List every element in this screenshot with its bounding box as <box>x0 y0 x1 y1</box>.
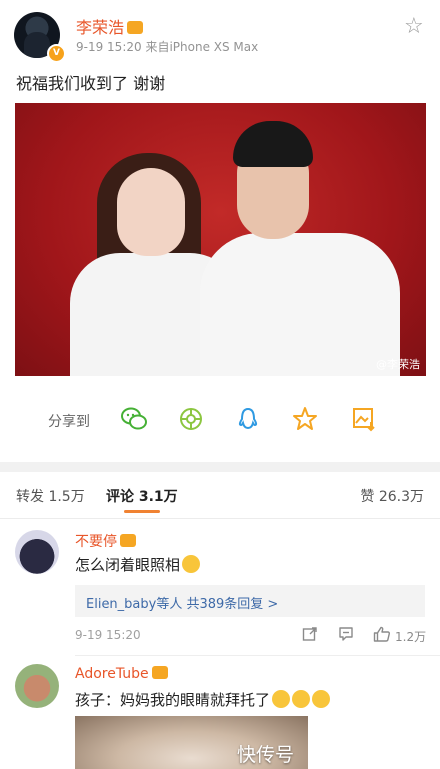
tab-likes[interactable]: 赞 26.3万 <box>360 486 424 506</box>
author-name[interactable]: 李荣浩 <box>76 14 144 38</box>
doge-emoji-icon <box>292 690 311 708</box>
site-watermark: 快传号 <box>237 744 295 766</box>
wechat-icon[interactable] <box>120 405 148 433</box>
comment-time: 9-19 15:20 <box>75 628 141 642</box>
commenter-name-text: 不要停 <box>75 534 117 550</box>
active-tab-indicator <box>124 510 160 513</box>
commenter-name-text: AdoreTube <box>75 666 149 682</box>
comment-like-count: 1.2万 <box>395 630 427 644</box>
vip-crown-icon <box>120 534 136 547</box>
share-label: 分享到 <box>48 414 90 430</box>
post-text: 祝福我们收到了 谢谢 <box>16 74 166 93</box>
reply-comment-icon[interactable] <box>338 626 354 646</box>
share-comment-icon[interactable] <box>302 626 318 646</box>
save-image-icon[interactable] <box>350 405 378 433</box>
qq-icon[interactable] <box>234 405 262 433</box>
post-meta: 9-19 15:20 来自iPhone XS Max <box>76 40 259 54</box>
commenter-name[interactable]: AdoreTube <box>75 666 168 682</box>
laughing-emoji-icon <box>182 555 201 573</box>
vip-crown-icon <box>151 666 168 679</box>
commenter-name[interactable]: 不要停 <box>75 531 136 551</box>
comment-text: 孩子：妈妈我的眼睛就拜托了 <box>75 689 331 710</box>
tab-comments[interactable]: 评论 3.1万 <box>106 486 178 506</box>
comment-text-body: 怎么闭着眼照相 <box>75 556 181 574</box>
like-comment-icon[interactable] <box>373 626 391 646</box>
reply-summary-link[interactable]: Elien_baby等人 共389条回复 > <box>86 593 278 612</box>
comment-text: 怎么闭着眼照相 <box>75 554 201 575</box>
follow-star-icon[interactable]: ☆ <box>404 14 424 39</box>
post-photo[interactable]: @李荣浩 <box>15 103 426 376</box>
verified-badge: V <box>47 44 66 63</box>
vip-crown-icon <box>127 21 144 34</box>
doge-emoji-icon <box>272 690 291 708</box>
tab-repost[interactable]: 转发 1.5万 <box>16 486 85 506</box>
author-name-text: 李荣浩 <box>76 18 125 37</box>
section-gap <box>0 462 440 472</box>
comment-text-body: 孩子：妈妈我的眼睛就拜托了 <box>75 691 271 709</box>
commenter-avatar[interactable] <box>15 530 59 574</box>
commenter-avatar[interactable] <box>15 664 59 708</box>
moments-icon[interactable] <box>177 405 205 433</box>
favorite-star-icon[interactable] <box>291 405 319 433</box>
tab-divider <box>0 518 440 519</box>
photo-watermark: @李荣浩 <box>376 358 420 371</box>
comment-divider <box>75 655 440 656</box>
doge-emoji-icon <box>312 690 331 708</box>
